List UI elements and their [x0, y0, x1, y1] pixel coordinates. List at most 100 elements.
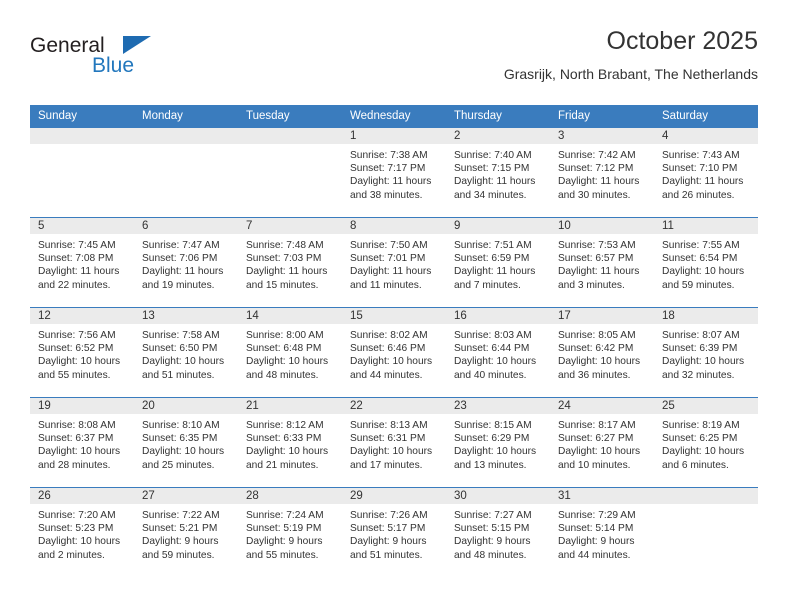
- day-15[interactable]: 15 Sunrise: 8:02 AM Sunset: 6:46 PM Dayligh…: [342, 307, 446, 397]
- day-20[interactable]: 20 Sunrise: 8:10 AM Sunset: 6:35 PM Dayligh…: [134, 397, 238, 487]
- calendar-day-cell: [238, 127, 342, 217]
- day-detail-line: Sunrise: 7:53 AM: [558, 240, 636, 251]
- calendar-day-cell: 20 Sunrise: 8:10 AM Sunset: 6:35 PM Dayligh…: [134, 397, 238, 487]
- day-number: 26: [30, 488, 134, 504]
- day-detail-line: and 10 minutes.: [558, 459, 631, 471]
- day-detail-line: and 6 minutes.: [662, 459, 729, 471]
- day-detail-line: Sunrise: 7:56 AM: [38, 330, 116, 341]
- weekday-header-tuesday: Tuesday: [238, 105, 342, 127]
- day-details: Sunrise: 8:19 AM Sunset: 6:25 PM Daylight:…: [654, 414, 758, 472]
- logo-triangle-icon: [123, 36, 151, 54]
- day-23[interactable]: 23 Sunrise: 8:15 AM Sunset: 6:29 PM Dayligh…: [446, 397, 550, 487]
- day-detail-line: Sunset: 7:10 PM: [662, 163, 738, 175]
- day-detail-line: Sunrise: 7:22 AM: [142, 510, 220, 521]
- weekday-header-sunday: Sunday: [30, 105, 134, 127]
- day-24[interactable]: 24 Sunrise: 8:17 AM Sunset: 6:27 PM Dayligh…: [550, 397, 654, 487]
- day-details: Sunrise: 7:47 AM Sunset: 7:06 PM Daylight:…: [134, 234, 238, 292]
- day-details: Sunrise: 7:27 AM Sunset: 5:15 PM Daylight:…: [446, 504, 550, 562]
- day-number: 8: [342, 218, 446, 234]
- day-details: Sunrise: 7:29 AM Sunset: 5:14 PM Daylight:…: [550, 504, 654, 562]
- day-3[interactable]: 3 Sunrise: 7:42 AM Sunset: 7:12 PM Daylight…: [550, 127, 654, 217]
- empty-day: [654, 487, 758, 577]
- day-1[interactable]: 1 Sunrise: 7:38 AM Sunset: 7:17 PM Daylight…: [342, 127, 446, 217]
- day-28[interactable]: 28 Sunrise: 7:24 AM Sunset: 5:19 PM Dayligh…: [238, 487, 342, 577]
- day-details: Sunrise: 8:08 AM Sunset: 6:37 PM Daylight:…: [30, 414, 134, 472]
- day-detail-line: Daylight: 10 hours: [558, 446, 641, 458]
- day-17[interactable]: 17 Sunrise: 8:05 AM Sunset: 6:42 PM Dayligh…: [550, 307, 654, 397]
- day-detail-line: and 28 minutes.: [38, 459, 111, 471]
- day-number: 16: [446, 308, 550, 324]
- day-26[interactable]: 26 Sunrise: 7:20 AM Sunset: 5:23 PM Dayligh…: [30, 487, 134, 577]
- day-detail-line: Sunrise: 7:38 AM: [350, 150, 428, 161]
- day-detail-line: Sunset: 7:15 PM: [454, 163, 530, 175]
- day-detail-line: Sunset: 6:50 PM: [142, 343, 218, 355]
- day-detail-line: Sunrise: 7:40 AM: [454, 150, 532, 161]
- empty-day: [238, 127, 342, 217]
- day-number: 31: [550, 488, 654, 504]
- day-12[interactable]: 12 Sunrise: 7:56 AM Sunset: 6:52 PM Dayligh…: [30, 307, 134, 397]
- day-detail-line: and 15 minutes.: [246, 279, 319, 291]
- day-detail-line: Sunrise: 8:17 AM: [558, 420, 636, 431]
- day-details: Sunrise: 7:42 AM Sunset: 7:12 PM Daylight:…: [550, 144, 654, 202]
- day-detail-line: Sunrise: 7:29 AM: [558, 510, 636, 521]
- day-number: 4: [654, 128, 758, 144]
- day-detail-line: and 40 minutes.: [454, 369, 527, 381]
- day-25[interactable]: 25 Sunrise: 8:19 AM Sunset: 6:25 PM Dayligh…: [654, 397, 758, 487]
- day-details: Sunrise: 8:00 AM Sunset: 6:48 PM Daylight:…: [238, 324, 342, 382]
- day-18[interactable]: 18 Sunrise: 8:07 AM Sunset: 6:39 PM Dayligh…: [654, 307, 758, 397]
- page-title: October 2025: [606, 27, 759, 55]
- day-details: Sunrise: 7:48 AM Sunset: 7:03 PM Daylight:…: [238, 234, 342, 292]
- day-19[interactable]: 19 Sunrise: 8:08 AM Sunset: 6:37 PM Dayligh…: [30, 397, 134, 487]
- calendar-day-cell: [654, 487, 758, 577]
- day-9[interactable]: 9 Sunrise: 7:51 AM Sunset: 6:59 PM Daylight…: [446, 217, 550, 307]
- day-31[interactable]: 31 Sunrise: 7:29 AM Sunset: 5:14 PM Dayligh…: [550, 487, 654, 577]
- day-27[interactable]: 27 Sunrise: 7:22 AM Sunset: 5:21 PM Dayligh…: [134, 487, 238, 577]
- calendar-day-cell: 17 Sunrise: 8:05 AM Sunset: 6:42 PM Dayligh…: [550, 307, 654, 397]
- day-30[interactable]: 30 Sunrise: 7:27 AM Sunset: 5:15 PM Dayligh…: [446, 487, 550, 577]
- day-2[interactable]: 2 Sunrise: 7:40 AM Sunset: 7:15 PM Daylight…: [446, 127, 550, 217]
- day-16[interactable]: 16 Sunrise: 8:03 AM Sunset: 6:44 PM Dayligh…: [446, 307, 550, 397]
- day-detail-line: Sunrise: 8:19 AM: [662, 420, 740, 431]
- day-29[interactable]: 29 Sunrise: 7:26 AM Sunset: 5:17 PM Dayligh…: [342, 487, 446, 577]
- day-number: 28: [238, 488, 342, 504]
- day-13[interactable]: 13 Sunrise: 7:58 AM Sunset: 6:50 PM Dayligh…: [134, 307, 238, 397]
- day-details: Sunrise: 7:43 AM Sunset: 7:10 PM Daylight:…: [654, 144, 758, 202]
- day-number: 9: [446, 218, 550, 234]
- day-details: Sunrise: 7:20 AM Sunset: 5:23 PM Daylight:…: [30, 504, 134, 562]
- day-number: 5: [30, 218, 134, 234]
- day-14[interactable]: 14 Sunrise: 8:00 AM Sunset: 6:48 PM Dayligh…: [238, 307, 342, 397]
- day-detail-line: Daylight: 10 hours: [662, 266, 745, 278]
- day-8[interactable]: 8 Sunrise: 7:50 AM Sunset: 7:01 PM Daylight…: [342, 217, 446, 307]
- day-11[interactable]: 11 Sunrise: 7:55 AM Sunset: 6:54 PM Dayligh…: [654, 217, 758, 307]
- day-6[interactable]: 6 Sunrise: 7:47 AM Sunset: 7:06 PM Daylight…: [134, 217, 238, 307]
- day-detail-line: Daylight: 11 hours: [246, 266, 328, 278]
- calendar-day-cell: 23 Sunrise: 8:15 AM Sunset: 6:29 PM Dayligh…: [446, 397, 550, 487]
- day-10[interactable]: 10 Sunrise: 7:53 AM Sunset: 6:57 PM Dayligh…: [550, 217, 654, 307]
- day-detail-line: and 26 minutes.: [662, 189, 735, 201]
- day-22[interactable]: 22 Sunrise: 8:13 AM Sunset: 6:31 PM Dayligh…: [342, 397, 446, 487]
- day-21[interactable]: 21 Sunrise: 8:12 AM Sunset: 6:33 PM Dayligh…: [238, 397, 342, 487]
- day-4[interactable]: 4 Sunrise: 7:43 AM Sunset: 7:10 PM Daylight…: [654, 127, 758, 217]
- day-detail-line: Sunset: 6:48 PM: [246, 343, 322, 355]
- day-detail-line: Sunset: 6:54 PM: [662, 253, 738, 265]
- day-detail-line: Sunrise: 7:27 AM: [454, 510, 532, 521]
- day-detail-line: Sunrise: 8:07 AM: [662, 330, 740, 341]
- day-detail-line: Daylight: 10 hours: [454, 446, 537, 458]
- day-detail-line: Daylight: 10 hours: [454, 356, 537, 368]
- day-number: 29: [342, 488, 446, 504]
- calendar-week-row: 1 Sunrise: 7:38 AM Sunset: 7:17 PM Daylight…: [30, 127, 758, 217]
- day-detail-line: Sunset: 6:31 PM: [350, 433, 426, 445]
- day-detail-line: Daylight: 11 hours: [454, 176, 536, 188]
- day-details: Sunrise: 7:58 AM Sunset: 6:50 PM Daylight:…: [134, 324, 238, 382]
- day-7[interactable]: 7 Sunrise: 7:48 AM Sunset: 7:03 PM Daylight…: [238, 217, 342, 307]
- day-number: 13: [134, 308, 238, 324]
- day-detail-line: Daylight: 10 hours: [38, 446, 121, 458]
- calendar-day-cell: 30 Sunrise: 7:27 AM Sunset: 5:15 PM Dayligh…: [446, 487, 550, 577]
- day-details: Sunrise: 7:38 AM Sunset: 7:17 PM Daylight:…: [342, 144, 446, 202]
- day-details: Sunrise: 7:24 AM Sunset: 5:19 PM Daylight:…: [238, 504, 342, 562]
- day-5[interactable]: 5 Sunrise: 7:45 AM Sunset: 7:08 PM Daylight…: [30, 217, 134, 307]
- calendar-day-cell: 24 Sunrise: 8:17 AM Sunset: 6:27 PM Dayligh…: [550, 397, 654, 487]
- day-details: Sunrise: 8:13 AM Sunset: 6:31 PM Daylight:…: [342, 414, 446, 472]
- day-detail-line: Sunset: 5:23 PM: [38, 523, 114, 535]
- day-detail-line: Sunset: 6:39 PM: [662, 343, 738, 355]
